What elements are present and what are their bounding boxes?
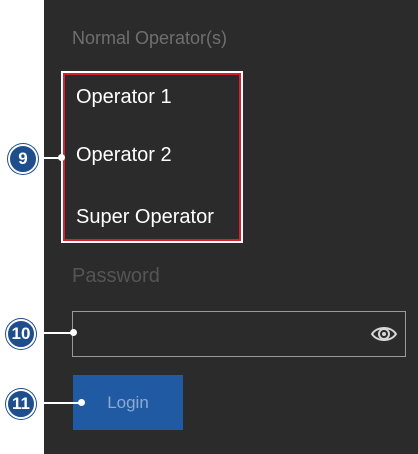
password-label: Password [72,265,160,287]
callout-11-leader [34,402,82,404]
password-input[interactable] [79,318,353,352]
callout-10-leader-dot [70,329,77,336]
callout-9-badge: 9 [8,144,38,174]
callout-10-badge: 10 [6,319,36,349]
operator-group-label: Normal Operator(s) [72,28,228,48]
password-field [72,311,406,357]
callout-9-leader [36,157,60,159]
operator-item[interactable]: Operator 2 [76,144,172,167]
callout-9-leader-dot [58,154,65,161]
callout-11-leader-dot [78,399,85,406]
operator-item[interactable]: Super Operator [76,206,214,229]
operator-item[interactable]: Operator 1 [76,86,172,109]
login-button[interactable]: Login [73,375,183,430]
callout-10-leader [34,332,74,334]
callout-11-badge: 11 [6,389,36,419]
eye-icon[interactable] [370,322,398,346]
